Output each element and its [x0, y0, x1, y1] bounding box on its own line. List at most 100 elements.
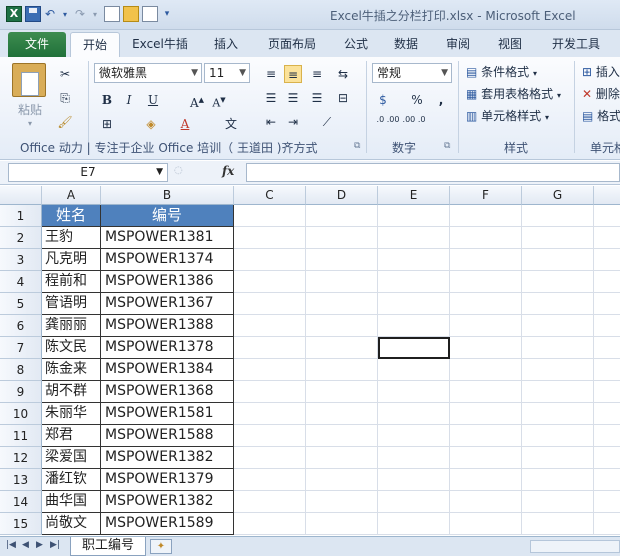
- underline-button[interactable]: U: [144, 91, 162, 109]
- empty-cell[interactable]: [450, 447, 522, 469]
- empty-cell[interactable]: [378, 249, 450, 271]
- align-center-icon[interactable]: ☰: [284, 89, 302, 107]
- empty-cell[interactable]: [234, 447, 306, 469]
- cell-employee-code[interactable]: MSPOWER1382: [101, 491, 234, 513]
- empty-cell[interactable]: [234, 315, 306, 337]
- empty-cell[interactable]: [594, 381, 620, 403]
- row-header[interactable]: 14: [0, 491, 42, 513]
- align-middle-icon[interactable]: ≡: [284, 65, 302, 83]
- empty-cell[interactable]: [234, 359, 306, 381]
- cell-employee-code[interactable]: MSPOWER1384: [101, 359, 234, 381]
- empty-cell[interactable]: [450, 271, 522, 293]
- row-header[interactable]: 9: [0, 381, 42, 403]
- row-header[interactable]: 7: [0, 337, 42, 359]
- empty-cell[interactable]: [522, 293, 594, 315]
- column-header-b[interactable]: B: [101, 186, 234, 205]
- row-header[interactable]: 10: [0, 403, 42, 425]
- empty-cell[interactable]: [378, 469, 450, 491]
- empty-cell[interactable]: [594, 227, 620, 249]
- empty-cell[interactable]: [234, 249, 306, 271]
- empty-cell[interactable]: [378, 425, 450, 447]
- paste-dropdown-icon[interactable]: ▾: [28, 119, 32, 128]
- cell-employee-name[interactable]: 郑君: [42, 425, 101, 447]
- merge-center-icon[interactable]: ⊟: [334, 89, 352, 107]
- insert-sheet-icon[interactable]: ✦: [150, 539, 172, 554]
- new-document-icon[interactable]: [104, 6, 120, 22]
- empty-cell[interactable]: [522, 271, 594, 293]
- redo-icon[interactable]: ↷: [74, 7, 86, 21]
- empty-cell[interactable]: [450, 315, 522, 337]
- shrink-font-button[interactable]: A▼: [210, 91, 228, 110]
- empty-cell[interactable]: [522, 249, 594, 271]
- cell-employee-name[interactable]: 尚敬文: [42, 513, 101, 535]
- wrap-text-icon[interactable]: ⇆: [334, 65, 352, 83]
- empty-cell[interactable]: [234, 337, 306, 359]
- empty-cell[interactable]: [234, 469, 306, 491]
- sheet-tab-active[interactable]: 职工编号: [70, 537, 146, 556]
- cell-employee-name[interactable]: 王豹: [42, 227, 101, 249]
- insert-cells-button[interactable]: ⊞ 插入: [582, 63, 620, 80]
- cell-employee-name[interactable]: 陈文民: [42, 337, 101, 359]
- paste-icon[interactable]: [12, 63, 46, 97]
- empty-cell[interactable]: [594, 271, 620, 293]
- empty-cell[interactable]: [378, 381, 450, 403]
- insert-function-icon[interactable]: fx: [222, 164, 234, 178]
- empty-cell[interactable]: [306, 337, 378, 359]
- empty-cell[interactable]: [306, 381, 378, 403]
- empty-cell[interactable]: [306, 403, 378, 425]
- empty-cell[interactable]: [450, 227, 522, 249]
- paste-button-label[interactable]: 粘贴: [18, 101, 42, 118]
- delete-cells-button[interactable]: ✕ 删除: [582, 85, 620, 102]
- empty-cell[interactable]: [234, 425, 306, 447]
- column-header-e[interactable]: E: [378, 186, 450, 205]
- tab-data[interactable]: 数据: [386, 32, 426, 57]
- empty-cell[interactable]: [450, 381, 522, 403]
- grow-font-button[interactable]: A▲: [188, 91, 206, 110]
- empty-cell[interactable]: [378, 491, 450, 513]
- cell-employee-name[interactable]: 程前和: [42, 271, 101, 293]
- save-icon[interactable]: [25, 6, 41, 22]
- format-as-table-button[interactable]: ▦ 套用表格格式 ▾: [466, 85, 561, 102]
- empty-cell[interactable]: [450, 293, 522, 315]
- horizontal-scrollbar[interactable]: [530, 540, 620, 553]
- redo-dropdown-icon[interactable]: ▾: [89, 10, 101, 19]
- dialog-launcher-icon[interactable]: ⧉: [354, 141, 360, 151]
- empty-cell[interactable]: [378, 205, 450, 227]
- empty-cell[interactable]: [450, 249, 522, 271]
- orientation-icon[interactable]: ⟋: [318, 113, 336, 131]
- empty-cell[interactable]: [306, 271, 378, 293]
- cut-icon[interactable]: ✂: [56, 65, 74, 83]
- row-header[interactable]: 13: [0, 469, 42, 491]
- empty-cell[interactable]: [594, 425, 620, 447]
- empty-cell[interactable]: [594, 293, 620, 315]
- empty-cell[interactable]: [522, 425, 594, 447]
- selected-cell-e7[interactable]: [378, 337, 450, 359]
- row-header[interactable]: 2: [0, 227, 42, 249]
- cell-employee-code[interactable]: MSPOWER1368: [101, 381, 234, 403]
- cell-employee-name[interactable]: 陈金来: [42, 359, 101, 381]
- format-cells-button[interactable]: ▤ 格式: [582, 107, 620, 124]
- copy-icon[interactable]: ⎘: [56, 89, 74, 107]
- column-header-g[interactable]: G: [522, 186, 594, 205]
- empty-cell[interactable]: [378, 271, 450, 293]
- empty-cell[interactable]: [522, 447, 594, 469]
- empty-cell[interactable]: [594, 337, 620, 359]
- empty-cell[interactable]: [234, 293, 306, 315]
- font-name-select[interactable]: 微软雅黑 ▼: [94, 63, 202, 83]
- font-size-select[interactable]: 11 ▼: [204, 63, 250, 83]
- tab-insert[interactable]: 插入: [206, 32, 246, 57]
- empty-cell[interactable]: [306, 227, 378, 249]
- increase-decimal-button[interactable]: .0 .00: [376, 115, 400, 133]
- empty-cell[interactable]: [522, 403, 594, 425]
- tab-review[interactable]: 审阅: [438, 32, 478, 57]
- cell-employee-code[interactable]: MSPOWER1588: [101, 425, 234, 447]
- empty-cell[interactable]: [378, 513, 450, 535]
- empty-cell[interactable]: [594, 447, 620, 469]
- cell-employee-code[interactable]: MSPOWER1386: [101, 271, 234, 293]
- number-format-select[interactable]: 常规 ▼: [372, 63, 452, 83]
- empty-cell[interactable]: [522, 513, 594, 535]
- row-header[interactable]: 11: [0, 425, 42, 447]
- empty-cell[interactable]: [450, 469, 522, 491]
- empty-cell[interactable]: [306, 315, 378, 337]
- border-icon[interactable]: ⊞: [98, 115, 116, 133]
